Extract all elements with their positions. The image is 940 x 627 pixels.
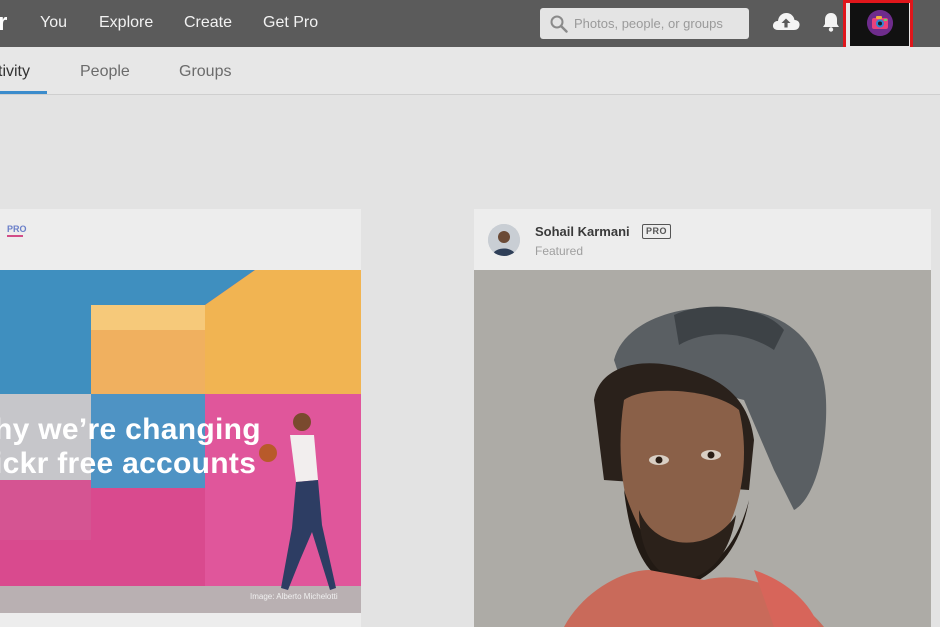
search-input[interactable] — [574, 8, 744, 39]
nav-create[interactable]: Create — [184, 13, 232, 33]
top-navigation-bar: r You Explore Create Get Pro — [0, 0, 940, 47]
author-avatar[interactable] — [488, 224, 520, 256]
camera-avatar-icon — [867, 10, 893, 36]
nav-explore[interactable]: Explore — [99, 13, 153, 33]
account-avatar[interactable] — [867, 10, 893, 36]
pro-label-underline — [7, 235, 23, 237]
search-icon — [550, 15, 568, 33]
pro-badge: PRO — [642, 224, 672, 239]
photo-credit: Image: Alberto Michelotti — [250, 592, 338, 601]
blog-headline-line-1: hy we’re changing — [0, 413, 261, 446]
avatar-background — [850, 3, 909, 46]
flickr-logo[interactable]: r — [0, 9, 7, 37]
blog-headline-line-2: ickr free accounts — [0, 447, 257, 480]
nav-get-pro[interactable]: Get Pro — [263, 13, 318, 33]
active-tab-indicator — [0, 91, 47, 94]
tab-people[interactable]: People — [80, 62, 130, 82]
author-name[interactable]: Sohail Karmani — [535, 223, 630, 240]
featured-label: Featured — [535, 244, 584, 258]
search-box[interactable] — [540, 8, 749, 39]
tab-activity[interactable]: tivity — [0, 62, 30, 82]
bell-icon[interactable] — [821, 11, 841, 33]
featured-portrait-photo[interactable] — [474, 270, 931, 627]
nav-you[interactable]: You — [40, 13, 67, 33]
pro-label: PRO — [7, 224, 27, 234]
upload-cloud-icon[interactable] — [771, 10, 801, 34]
activity-tabs-bar: tivity People Groups — [0, 47, 940, 95]
tab-groups[interactable]: Groups — [179, 62, 231, 82]
author-avatar-image — [488, 224, 520, 256]
